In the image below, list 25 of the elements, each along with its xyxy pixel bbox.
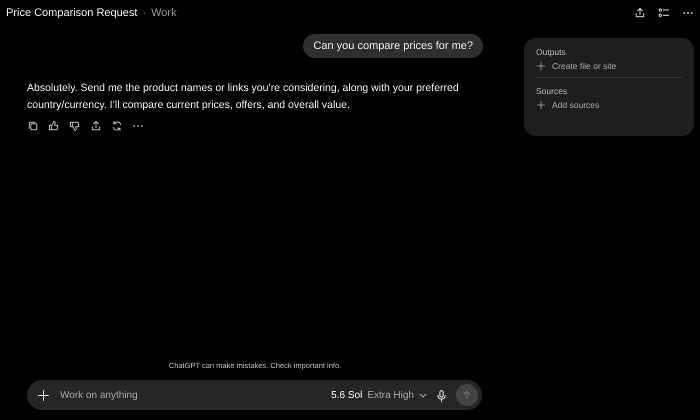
caret-icon — [419, 391, 427, 399]
thumbs-up-icon[interactable] — [48, 120, 60, 132]
thumbs-down-icon[interactable] — [69, 120, 81, 132]
add-action[interactable]: Add sources — [536, 100, 600, 110]
message-composer[interactable]: Work on anything 5.6 Sol Extra High — [27, 380, 482, 410]
checklist-icon[interactable] — [658, 7, 670, 19]
share-icon[interactable] — [90, 120, 102, 132]
arrow-up-icon — [462, 390, 472, 400]
separator-dot: · — [142, 7, 146, 19]
model-selector[interactable]: 5.6 Sol Extra High — [331, 390, 427, 400]
plus-icon[interactable] — [536, 100, 546, 110]
share-icon[interactable] — [634, 7, 646, 19]
copy-icon[interactable] — [27, 120, 39, 132]
section-heading: Outputs — [536, 47, 567, 57]
section-heading: Sources — [536, 86, 568, 96]
message-input[interactable]: Work on anything — [58, 388, 324, 402]
chat-title: Price Comparison Request — [6, 7, 138, 19]
add-action[interactable]: Create file or site — [536, 61, 616, 71]
project-name[interactable]: Work — [151, 7, 177, 19]
microphone-icon[interactable] — [435, 388, 448, 402]
regenerate-icon[interactable] — [111, 120, 123, 132]
plus-icon[interactable] — [536, 61, 546, 71]
send-button[interactable] — [456, 384, 478, 406]
assistant-message: Absolutely. Send me the product names or links you’re considering, along with your preferred country/currency. I’ll compare current prices, offers, and overall value. — [27, 81, 460, 113]
user-message: Can you compare prices for me? — [303, 34, 483, 58]
